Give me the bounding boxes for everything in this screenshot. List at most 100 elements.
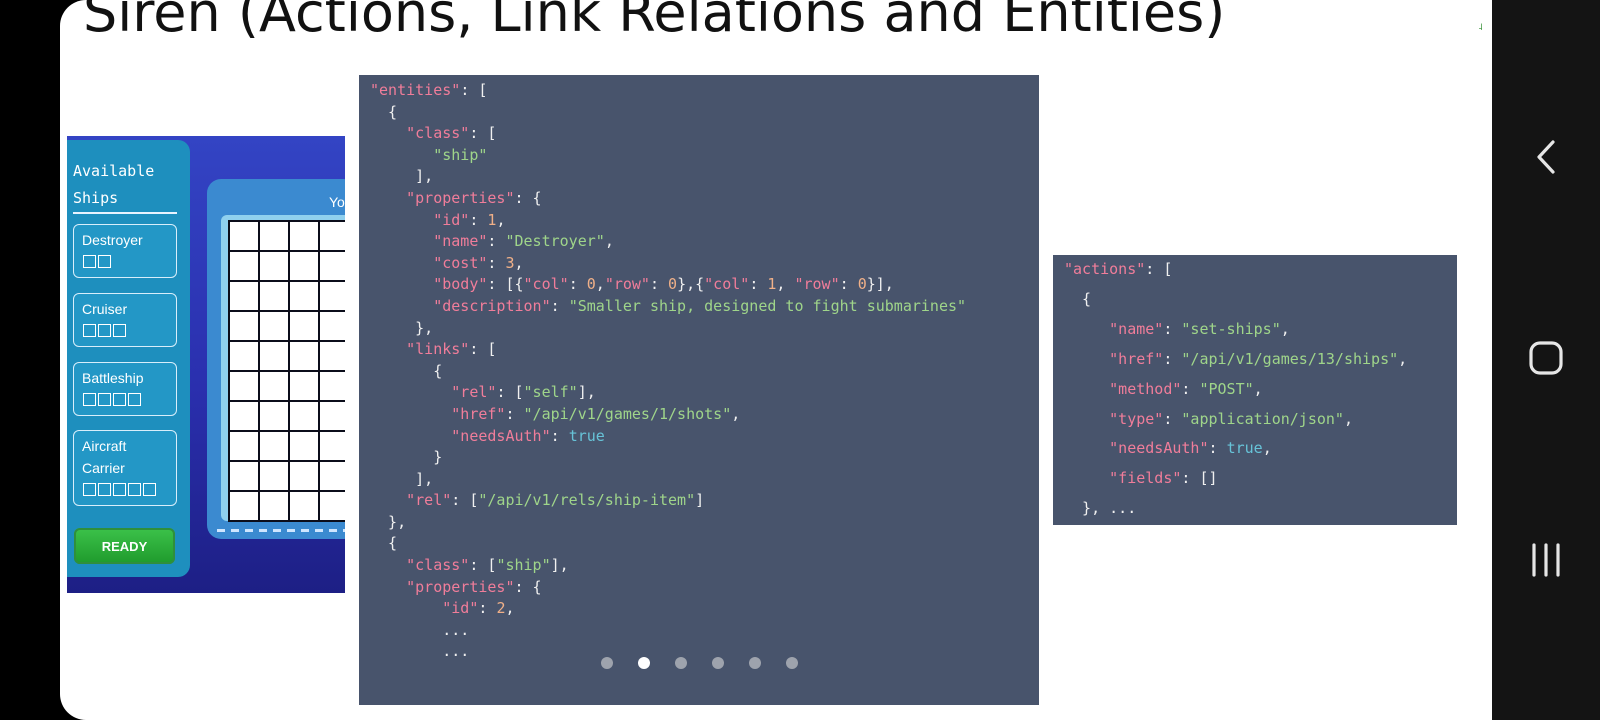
board-cell[interactable] — [230, 282, 258, 310]
board-cell[interactable] — [320, 312, 345, 340]
board-cell[interactable] — [320, 492, 345, 520]
carousel-dot[interactable] — [600, 657, 613, 669]
entities-line: { — [370, 361, 443, 380]
entities-line: "rel": ["/api/v1/rels/ship-item"] — [406, 491, 705, 510]
board-cell[interactable] — [320, 282, 345, 310]
carousel-dot[interactable] — [785, 657, 798, 669]
actions-line: "actions": [ — [1064, 260, 1173, 278]
ship-name: Destroyer — [82, 232, 143, 248]
actions-line: "method": "POST", — [1109, 379, 1263, 398]
corner-mark: ˨ — [1478, 22, 1483, 33]
carousel-dot[interactable] — [748, 657, 761, 669]
board-cell[interactable] — [230, 372, 258, 400]
board-cell[interactable] — [290, 312, 318, 340]
carousel-dot[interactable] — [674, 657, 687, 669]
board-cell[interactable] — [290, 222, 318, 250]
board-cell[interactable] — [290, 432, 318, 460]
board-grid[interactable] — [228, 220, 345, 522]
actions-line: }, ... — [1064, 499, 1137, 518]
board-cell[interactable] — [290, 462, 318, 490]
back-button[interactable] — [1492, 117, 1600, 197]
carousel-dots — [359, 657, 1039, 669]
entities-line: "href": "/api/v1/games/1/shots", — [451, 404, 741, 423]
actions-line: "fields": [] — [1109, 469, 1218, 488]
board-cell[interactable] — [260, 342, 288, 370]
board-cell[interactable] — [260, 312, 288, 340]
ship-cells — [83, 483, 156, 496]
ship-name: Battleship — [82, 370, 144, 386]
board-cell[interactable] — [260, 222, 288, 250]
board-cell[interactable] — [230, 312, 258, 340]
board-cell[interactable] — [260, 492, 288, 520]
entities-line: ], — [370, 469, 434, 488]
entities-line: "ship" — [433, 145, 488, 164]
entities-line: "needsAuth": true — [451, 426, 605, 445]
entities-line: "links": [ — [406, 340, 497, 359]
water-line — [217, 529, 345, 532]
carousel-dot[interactable] — [711, 657, 724, 669]
board-cell[interactable] — [290, 372, 318, 400]
entities-line: "properties": { — [406, 577, 542, 596]
entities-line: "properties": { — [406, 188, 542, 207]
available-ships-title-line2: Ships — [73, 189, 119, 207]
board-cell[interactable] — [320, 222, 345, 250]
ship-card-battleship[interactable]: Battleship — [73, 362, 177, 416]
board-cell[interactable] — [320, 432, 345, 460]
board-cell[interactable] — [320, 252, 345, 280]
recents-button[interactable] — [1492, 520, 1600, 600]
actions-line: "needsAuth": true, — [1109, 439, 1272, 458]
entities-line: }, — [370, 512, 407, 531]
carousel-dot[interactable] — [637, 657, 650, 669]
board-cell[interactable] — [260, 462, 288, 490]
board-cell[interactable] — [290, 402, 318, 430]
board-cell[interactable] — [290, 492, 318, 520]
board-cell[interactable] — [230, 492, 258, 520]
board-cell[interactable] — [260, 432, 288, 460]
ready-button[interactable]: READY — [74, 528, 175, 564]
board-cell[interactable] — [290, 282, 318, 310]
android-navigation-bar — [1492, 0, 1600, 720]
board-cell[interactable] — [260, 372, 288, 400]
ship-card-aircraft-carrier[interactable]: Aircraft Carrier — [73, 430, 177, 506]
board-cell[interactable] — [230, 342, 258, 370]
board-cell[interactable] — [260, 252, 288, 280]
actions-code-block: "actions": [ { "name": "set-ships", "hre… — [1053, 255, 1457, 525]
entities-line: "body": [{"col": 0,"row": 0},{"col": 1, … — [433, 275, 894, 294]
ship-card-cruiser[interactable]: Cruiser — [73, 293, 177, 347]
entities-code-block: "entities": [ { "class": [ "ship" ], "pr… — [359, 75, 1039, 705]
board-cell[interactable] — [230, 222, 258, 250]
board-cell[interactable] — [320, 462, 345, 490]
entities-line: "class": ["ship"], — [406, 556, 569, 575]
entities-line: "class": [ — [406, 124, 497, 143]
board-inner — [221, 215, 345, 522]
board-cell[interactable] — [230, 252, 258, 280]
entities-line: ], — [370, 167, 434, 186]
entities-line: ... — [370, 620, 470, 639]
entities-line: "entities": [ — [370, 81, 488, 99]
board-cell[interactable] — [320, 372, 345, 400]
player-board-frame: Yo — [207, 179, 345, 539]
board-cell[interactable] — [230, 462, 258, 490]
entities-line: "cost": 3, — [433, 253, 524, 272]
board-cell[interactable] — [260, 282, 288, 310]
ship-cells — [83, 393, 141, 406]
board-cell[interactable] — [230, 432, 258, 460]
entities-line: "rel": ["self"], — [451, 383, 596, 402]
board-cell[interactable] — [290, 252, 318, 280]
ship-card-destroyer[interactable]: Destroyer — [73, 224, 177, 278]
ship-cells — [83, 324, 126, 337]
slide-title: Siren (Actions, Link Relations and Entit… — [83, 0, 1226, 44]
board-cell[interactable] — [260, 402, 288, 430]
ship-name: Aircraft Carrier — [82, 435, 172, 479]
board-cell[interactable] — [320, 342, 345, 370]
available-ships-title-line1: Available — [73, 162, 155, 180]
board-cell[interactable] — [290, 342, 318, 370]
board-label: Yo — [329, 194, 345, 210]
home-button[interactable] — [1492, 318, 1600, 398]
entities-code: "entities": [ { "class": [ "ship" ], "pr… — [370, 80, 966, 663]
entities-line: } — [370, 448, 443, 467]
board-cell[interactable] — [230, 402, 258, 430]
entities-line: }, — [370, 318, 434, 337]
board-cell[interactable] — [320, 402, 345, 430]
recents-icon — [1532, 543, 1560, 577]
